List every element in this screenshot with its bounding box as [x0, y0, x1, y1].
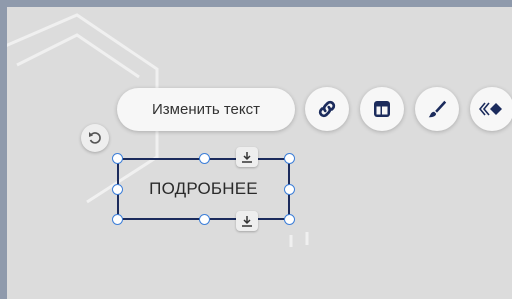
resize-handle-bottom[interactable] — [199, 214, 210, 225]
animation-icon — [479, 102, 502, 116]
editor-canvas — [7, 7, 512, 299]
edit-text-label: Изменить текст — [152, 101, 260, 118]
download-bottom-button[interactable] — [236, 211, 258, 231]
resize-handle-bottom-right[interactable] — [284, 214, 295, 225]
download-icon — [242, 152, 252, 163]
download-icon — [242, 216, 252, 227]
resize-handle-top[interactable] — [199, 153, 210, 164]
resize-handle-right[interactable] — [284, 184, 295, 195]
background-decoration — [7, 13, 309, 247]
layout-icon — [374, 101, 390, 117]
editor-frame: Изменить текст ПОДРОБНЕЕ — [0, 0, 512, 299]
selection-box — [117, 158, 290, 220]
rotate-icon — [89, 132, 101, 144]
resize-handle-top-left[interactable] — [112, 153, 123, 164]
edit-text-button[interactable]: Изменить текст — [117, 88, 295, 131]
layout-button[interactable] — [360, 87, 404, 131]
resize-handle-bottom-left[interactable] — [112, 214, 123, 225]
link-button[interactable] — [305, 87, 349, 131]
resize-handle-top-right[interactable] — [284, 153, 295, 164]
design-brush-button[interactable] — [415, 87, 459, 131]
resize-handle-left[interactable] — [112, 184, 123, 195]
link-icon — [318, 100, 336, 118]
brush-icon — [428, 100, 447, 118]
rotate-button[interactable] — [81, 124, 109, 152]
download-top-button[interactable] — [236, 147, 258, 167]
animation-button[interactable] — [470, 87, 512, 131]
